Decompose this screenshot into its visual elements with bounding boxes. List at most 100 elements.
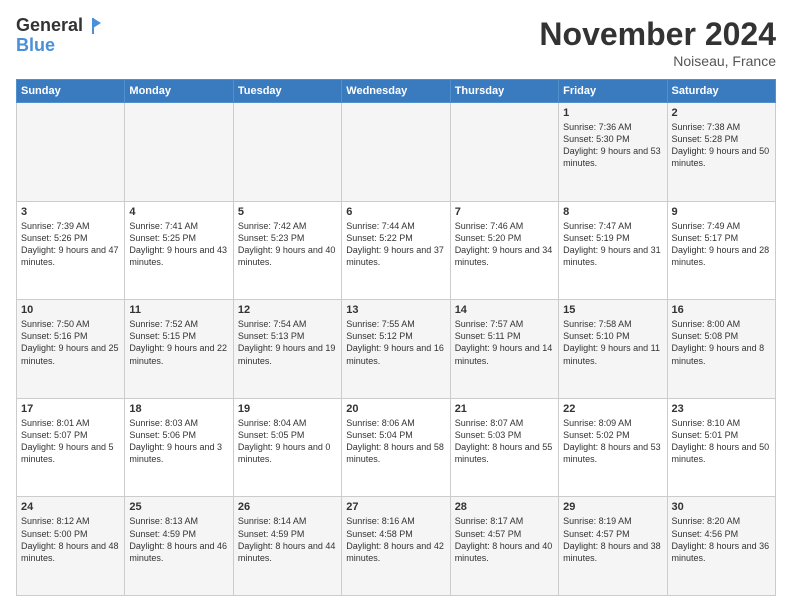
day-number: 28 <box>455 501 554 513</box>
calendar-cell: 19Sunrise: 8:04 AM Sunset: 5:05 PM Dayli… <box>233 398 341 497</box>
calendar-header-sunday: Sunday <box>17 80 125 103</box>
calendar-week-5: 24 Sunrise: 8:12 AM Sunset: 5:00 PM Dayli… <box>17 497 776 596</box>
calendar-cell <box>233 103 341 202</box>
day-number: 13 <box>346 304 445 316</box>
cell-details: Sunrise: 7:47 AM Sunset: 5:19 PM Dayligh… <box>563 220 662 269</box>
page: General Blue November 2024 Noiseau, Fran… <box>0 0 792 612</box>
calendar-cell: 20Sunrise: 8:06 AM Sunset: 5:04 PM Dayli… <box>342 398 450 497</box>
day-number: 18 <box>129 403 228 415</box>
cell-details: Sunrise: 8:06 AM Sunset: 5:04 PM Dayligh… <box>346 417 445 466</box>
calendar-cell: 9 Sunrise: 7:49 AM Sunset: 5:17 PM Daylig… <box>667 201 775 300</box>
day-number: 24 <box>21 501 120 513</box>
title-block: November 2024 Noiseau, France <box>539 16 776 69</box>
day-number: 8 <box>563 206 662 218</box>
cell-details: Sunrise: 7:52 AM Sunset: 5:15 PM Dayligh… <box>129 318 228 367</box>
cell-details: Sunrise: 8:19 AM Sunset: 4:57 PM Dayligh… <box>563 515 662 564</box>
cell-details: Sunrise: 8:20 AM Sunset: 4:56 PM Dayligh… <box>672 515 771 564</box>
cell-details: Sunrise: 7:38 AM Sunset: 5:28 PM Dayligh… <box>672 121 771 170</box>
calendar-cell: 16 Sunrise: 8:00 AM Sunset: 5:08 PM Dayli… <box>667 300 775 399</box>
calendar-cell: 28 Sunrise: 8:17 AM Sunset: 4:57 PM Dayli… <box>450 497 558 596</box>
cell-details: Sunrise: 7:49 AM Sunset: 5:17 PM Dayligh… <box>672 220 771 269</box>
calendar-cell: 4 Sunrise: 7:41 AM Sunset: 5:25 PM Daylig… <box>125 201 233 300</box>
calendar-header-wednesday: Wednesday <box>342 80 450 103</box>
calendar-table: SundayMondayTuesdayWednesdayThursdayFrid… <box>16 79 776 596</box>
cell-details: Sunrise: 8:10 AM Sunset: 5:01 PM Dayligh… <box>672 417 771 466</box>
calendar-cell: 6 Sunrise: 7:44 AM Sunset: 5:22 PM Daylig… <box>342 201 450 300</box>
calendar-body: 1Sunrise: 7:36 AM Sunset: 5:30 PM Daylig… <box>17 103 776 596</box>
day-number: 1 <box>563 107 662 119</box>
day-number: 23 <box>672 403 771 415</box>
calendar-header-saturday: Saturday <box>667 80 775 103</box>
calendar-cell <box>450 103 558 202</box>
calendar-cell: 11Sunrise: 7:52 AM Sunset: 5:15 PM Dayli… <box>125 300 233 399</box>
day-number: 27 <box>346 501 445 513</box>
calendar-cell: 27Sunrise: 8:16 AM Sunset: 4:58 PM Dayli… <box>342 497 450 596</box>
cell-details: Sunrise: 7:41 AM Sunset: 5:25 PM Dayligh… <box>129 220 228 269</box>
day-number: 26 <box>238 501 337 513</box>
calendar-header-monday: Monday <box>125 80 233 103</box>
calendar-cell: 21Sunrise: 8:07 AM Sunset: 5:03 PM Dayli… <box>450 398 558 497</box>
cell-details: Sunrise: 8:13 AM Sunset: 4:59 PM Dayligh… <box>129 515 228 564</box>
day-number: 10 <box>21 304 120 316</box>
day-number: 14 <box>455 304 554 316</box>
day-number: 29 <box>563 501 662 513</box>
day-number: 9 <box>672 206 771 218</box>
logo-flag-icon <box>84 17 102 35</box>
calendar-cell <box>17 103 125 202</box>
calendar-cell: 22 Sunrise: 8:09 AM Sunset: 5:02 PM Dayli… <box>559 398 667 497</box>
calendar-cell: 2Sunrise: 7:38 AM Sunset: 5:28 PM Daylig… <box>667 103 775 202</box>
calendar-cell: 30 Sunrise: 8:20 AM Sunset: 4:56 PM Dayli… <box>667 497 775 596</box>
calendar-cell <box>342 103 450 202</box>
cell-details: Sunrise: 7:50 AM Sunset: 5:16 PM Dayligh… <box>21 318 120 367</box>
header: General Blue November 2024 Noiseau, Fran… <box>16 16 776 69</box>
cell-details: Sunrise: 7:39 AM Sunset: 5:26 PM Dayligh… <box>21 220 120 269</box>
calendar-header-friday: Friday <box>559 80 667 103</box>
calendar-cell: 5Sunrise: 7:42 AM Sunset: 5:23 PM Daylig… <box>233 201 341 300</box>
day-number: 6 <box>346 206 445 218</box>
cell-details: Sunrise: 8:09 AM Sunset: 5:02 PM Dayligh… <box>563 417 662 466</box>
calendar-cell: 10 Sunrise: 7:50 AM Sunset: 5:16 PM Dayli… <box>17 300 125 399</box>
calendar-cell: 3Sunrise: 7:39 AM Sunset: 5:26 PM Daylig… <box>17 201 125 300</box>
cell-details: Sunrise: 8:17 AM Sunset: 4:57 PM Dayligh… <box>455 515 554 564</box>
calendar-cell: 29 Sunrise: 8:19 AM Sunset: 4:57 PM Dayli… <box>559 497 667 596</box>
cell-details: Sunrise: 8:12 AM Sunset: 5:00 PM Dayligh… <box>21 515 120 564</box>
calendar-cell: 23 Sunrise: 8:10 AM Sunset: 5:01 PM Dayli… <box>667 398 775 497</box>
month-title: November 2024 <box>539 16 776 53</box>
calendar-week-2: 3Sunrise: 7:39 AM Sunset: 5:26 PM Daylig… <box>17 201 776 300</box>
cell-details: Sunrise: 8:14 AM Sunset: 4:59 PM Dayligh… <box>238 515 337 564</box>
calendar-cell: 14Sunrise: 7:57 AM Sunset: 5:11 PM Dayli… <box>450 300 558 399</box>
day-number: 17 <box>21 403 120 415</box>
day-number: 22 <box>563 403 662 415</box>
calendar-cell: 7Sunrise: 7:46 AM Sunset: 5:20 PM Daylig… <box>450 201 558 300</box>
calendar-week-4: 17Sunrise: 8:01 AM Sunset: 5:07 PM Dayli… <box>17 398 776 497</box>
calendar-cell: 8 Sunrise: 7:47 AM Sunset: 5:19 PM Daylig… <box>559 201 667 300</box>
cell-details: Sunrise: 7:54 AM Sunset: 5:13 PM Dayligh… <box>238 318 337 367</box>
calendar-week-3: 10 Sunrise: 7:50 AM Sunset: 5:16 PM Dayli… <box>17 300 776 399</box>
location: Noiseau, France <box>539 53 776 69</box>
calendar-cell: 15 Sunrise: 7:58 AM Sunset: 5:10 PM Dayli… <box>559 300 667 399</box>
calendar-cell: 24 Sunrise: 8:12 AM Sunset: 5:00 PM Dayli… <box>17 497 125 596</box>
calendar-cell: 1Sunrise: 7:36 AM Sunset: 5:30 PM Daylig… <box>559 103 667 202</box>
day-number: 25 <box>129 501 228 513</box>
calendar-header-thursday: Thursday <box>450 80 558 103</box>
logo: General Blue <box>16 16 103 56</box>
day-number: 30 <box>672 501 771 513</box>
day-number: 4 <box>129 206 228 218</box>
logo-blue: Blue <box>16 36 103 56</box>
cell-details: Sunrise: 8:03 AM Sunset: 5:06 PM Dayligh… <box>129 417 228 466</box>
cell-details: Sunrise: 8:04 AM Sunset: 5:05 PM Dayligh… <box>238 417 337 466</box>
cell-details: Sunrise: 8:07 AM Sunset: 5:03 PM Dayligh… <box>455 417 554 466</box>
calendar-cell: 18 Sunrise: 8:03 AM Sunset: 5:06 PM Dayli… <box>125 398 233 497</box>
day-number: 16 <box>672 304 771 316</box>
logo-general: General <box>16 15 83 35</box>
day-number: 7 <box>455 206 554 218</box>
calendar-cell: 13 Sunrise: 7:55 AM Sunset: 5:12 PM Dayli… <box>342 300 450 399</box>
day-number: 12 <box>238 304 337 316</box>
cell-details: Sunrise: 7:55 AM Sunset: 5:12 PM Dayligh… <box>346 318 445 367</box>
cell-details: Sunrise: 7:44 AM Sunset: 5:22 PM Dayligh… <box>346 220 445 269</box>
day-number: 15 <box>563 304 662 316</box>
cell-details: Sunrise: 7:58 AM Sunset: 5:10 PM Dayligh… <box>563 318 662 367</box>
day-number: 5 <box>238 206 337 218</box>
calendar-cell <box>125 103 233 202</box>
cell-details: Sunrise: 8:00 AM Sunset: 5:08 PM Dayligh… <box>672 318 771 367</box>
